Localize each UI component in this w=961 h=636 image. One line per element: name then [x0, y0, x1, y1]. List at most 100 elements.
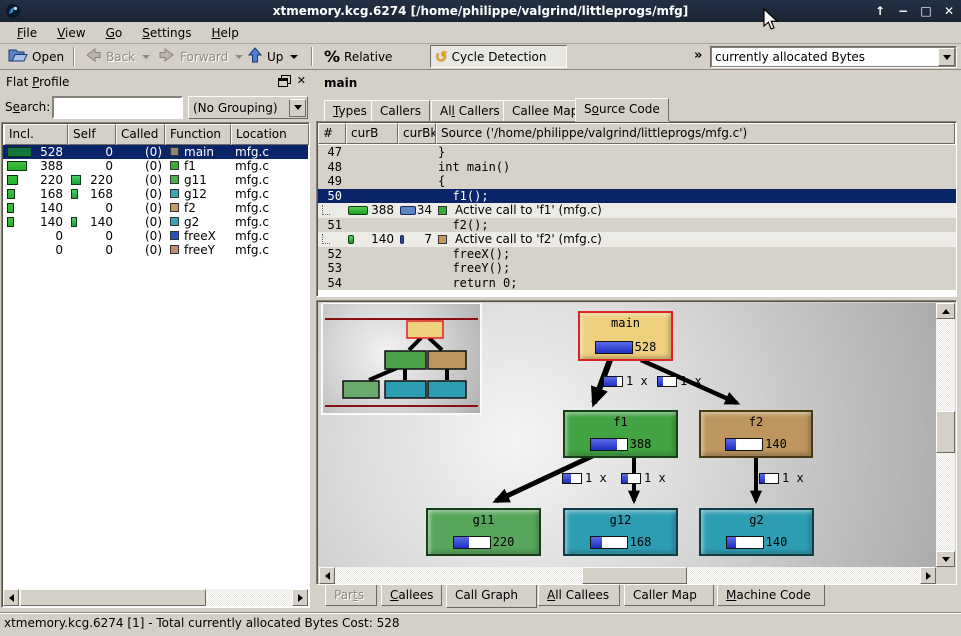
- back-button[interactable]: Back: [80, 45, 154, 68]
- tab-call-graph[interactable]: Call Graph: [446, 585, 537, 608]
- table-row[interactable]: 00(0)freeYmfg.c: [3, 243, 308, 257]
- scroll-thumb[interactable]: [582, 567, 687, 584]
- table-row[interactable]: 3880(0)f1mfg.c: [3, 159, 308, 173]
- tab-types[interactable]: Types: [324, 100, 376, 121]
- menu-help[interactable]: Help: [202, 24, 247, 42]
- relative-button[interactable]: % Relative: [320, 45, 396, 68]
- graph-node-g12[interactable]: g12168: [563, 508, 678, 556]
- scroll-up-button[interactable]: [936, 303, 955, 319]
- open-folder-icon: [8, 47, 28, 66]
- dropdown-arrow-icon[interactable]: [289, 99, 306, 117]
- tab-source-code[interactable]: Source Code: [575, 98, 669, 121]
- shade-button[interactable]: ↑: [872, 3, 888, 19]
- graph-vertical-scrollbar[interactable]: [936, 303, 955, 567]
- line-number: 53: [318, 261, 342, 276]
- menu-go[interactable]: Go: [97, 24, 132, 42]
- scroll-left-button[interactable]: [319, 567, 335, 584]
- node-cost-row: 388: [565, 437, 676, 451]
- dock-close-icon[interactable]: ✕: [297, 76, 306, 86]
- forward-button[interactable]: Forward: [154, 45, 247, 68]
- edge-call-count: 1 x: [680, 374, 702, 388]
- dock-header[interactable]: Flat Profile ✕: [2, 72, 310, 92]
- table-row[interactable]: 140140(0)g2mfg.c: [3, 215, 308, 229]
- node-cost-value: 528: [635, 340, 657, 354]
- float-dock-icon[interactable]: [278, 78, 288, 87]
- up-dropdown-icon[interactable]: [290, 55, 298, 59]
- source-line-row[interactable]: 49{: [318, 174, 956, 189]
- up-button[interactable]: Up: [243, 45, 302, 68]
- call-graph-canvas[interactable]: main528f1388f2140g11220g12168g21401 x1 x…: [319, 303, 936, 567]
- scroll-left-button[interactable]: [3, 589, 19, 606]
- column-header-location[interactable]: Location: [231, 124, 309, 145]
- graph-node-main[interactable]: main528: [578, 311, 673, 361]
- active-call-text: Active call to 'f2' (mfg.c): [455, 232, 602, 247]
- tab-callers[interactable]: Callers: [371, 100, 430, 121]
- source-line-row[interactable]: 53 freeY();: [318, 261, 956, 276]
- mouse-cursor: [763, 8, 780, 34]
- scroll-down-button[interactable]: [936, 551, 955, 567]
- cycle-detection-label: Cycle Detection: [452, 50, 547, 64]
- scroll-thumb[interactable]: [936, 411, 955, 453]
- menu-settings[interactable]: Settings: [133, 24, 200, 42]
- cycle-detection-toggle[interactable]: ↺ Cycle Detection: [430, 45, 567, 68]
- table-row[interactable]: 00(0)freeXmfg.c: [3, 229, 308, 243]
- profile-horizontal-scrollbar[interactable]: [3, 589, 308, 606]
- open-button[interactable]: Open: [4, 45, 68, 68]
- menu-view[interactable]: View: [48, 24, 94, 42]
- called-value: (0): [117, 243, 162, 257]
- source-code-table: #curBcurBkSource ('/home/philippe/valgri…: [316, 121, 957, 297]
- location-value: mfg.c: [235, 201, 269, 215]
- menu-file[interactable]: File: [8, 24, 46, 42]
- close-button[interactable]: ✕: [941, 3, 957, 19]
- source-column-header-num[interactable]: #: [318, 123, 346, 144]
- source-line-row[interactable]: 51 f2();: [318, 218, 956, 233]
- graph-node-g11[interactable]: g11220: [426, 508, 541, 556]
- function-color-swatch: [170, 217, 179, 226]
- function-name: f2: [184, 201, 196, 215]
- active-call-row[interactable]: 1407Active call to 'f2' (mfg.c): [318, 232, 956, 247]
- application-window: xtmemory.kcg.6274 [/home/philippe/valgri…: [0, 0, 961, 636]
- minimize-button[interactable]: −: [895, 3, 911, 19]
- scroll-right-button[interactable]: [920, 567, 936, 584]
- graph-horizontal-scrollbar[interactable]: [319, 567, 936, 584]
- source-line-row[interactable]: 54 return 0;: [318, 276, 956, 291]
- column-header-called[interactable]: Called: [116, 124, 165, 145]
- titlebar[interactable]: xtmemory.kcg.6274 [/home/philippe/valgri…: [0, 0, 961, 22]
- tab-all-callers[interactable]: All Callers: [431, 100, 509, 121]
- source-line-row[interactable]: 47}: [318, 145, 956, 160]
- table-row[interactable]: 220220(0)g11mfg.c: [3, 173, 308, 187]
- column-header-function[interactable]: Function: [165, 124, 231, 145]
- scroll-right-button[interactable]: [292, 589, 308, 606]
- edge-cost-bar: [759, 473, 779, 484]
- self-value: 0: [69, 243, 113, 257]
- toolbar-overflow-chevron[interactable]: »: [694, 48, 702, 63]
- source-line-row[interactable]: 50 f1();: [318, 189, 956, 204]
- tab-machine-code[interactable]: Machine Code: [717, 585, 825, 606]
- graph-node-f1[interactable]: f1388: [563, 410, 678, 458]
- tab-all-callees[interactable]: All Callees: [538, 585, 620, 606]
- grouping-select[interactable]: (No Grouping): [188, 96, 308, 119]
- scroll-thumb[interactable]: [20, 589, 206, 606]
- graph-overview-minimap[interactable]: [323, 304, 480, 413]
- event-type-select[interactable]: currently allocated Bytes: [710, 46, 957, 68]
- maximize-button[interactable]: □: [918, 3, 934, 19]
- search-input[interactable]: [52, 96, 183, 119]
- dropdown-arrow-icon[interactable]: [938, 48, 955, 66]
- column-header-incl[interactable]: Incl.: [4, 124, 68, 145]
- tab-caller-map[interactable]: Caller Map: [624, 585, 714, 606]
- table-row[interactable]: 5280(0)mainmfg.c: [3, 145, 308, 159]
- source-column-header-source[interactable]: Source ('/home/philippe/valgrind/littlep…: [436, 123, 955, 144]
- graph-node-g2[interactable]: g2140: [699, 508, 814, 556]
- source-column-header-curb[interactable]: curB: [346, 123, 398, 144]
- back-dropdown-icon[interactable]: [142, 55, 150, 59]
- tab-callees[interactable]: Callees: [381, 585, 442, 606]
- graph-node-f2[interactable]: f2140: [699, 410, 813, 458]
- table-row[interactable]: 168168(0)g12mfg.c: [3, 187, 308, 201]
- self-value: 140: [69, 215, 113, 229]
- table-row[interactable]: 1400(0)f2mfg.c: [3, 201, 308, 215]
- active-call-row[interactable]: 38834Active call to 'f1' (mfg.c): [318, 203, 956, 218]
- column-header-self[interactable]: Self: [68, 124, 116, 145]
- source-column-header-curbk[interactable]: curBk: [398, 123, 436, 144]
- source-line-row[interactable]: 48int main(): [318, 160, 956, 175]
- source-line-row[interactable]: 52 freeX();: [318, 247, 956, 262]
